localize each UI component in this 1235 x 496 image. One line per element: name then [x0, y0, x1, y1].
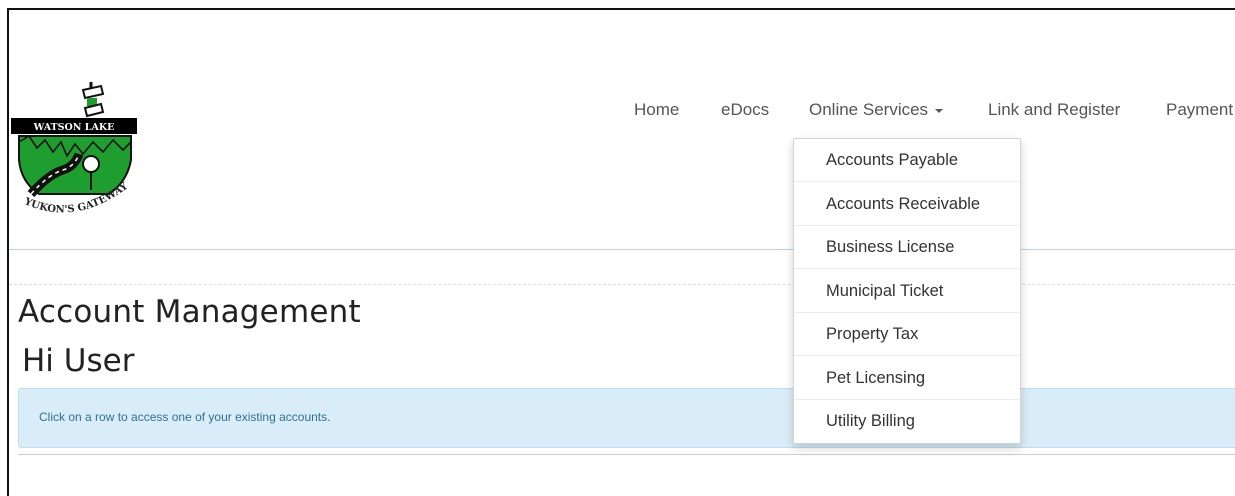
dropdown-item-accounts-payable[interactable]: Accounts Payable [794, 139, 1020, 182]
caret-down-icon [935, 108, 944, 113]
page-title: Account Management [18, 294, 361, 330]
logo-text-top: WATSON LAKE [33, 122, 115, 133]
site-header: WATSON LAKE YUKON'S GATEWAY Home eDocs O… [9, 10, 1235, 250]
dropdown-item-utility-billing[interactable]: Utility Billing [794, 400, 1020, 443]
dropdown-item-accounts-receivable[interactable]: Accounts Receivable [794, 183, 1020, 226]
site-logo[interactable]: WATSON LAKE YUKON'S GATEWAY [9, 82, 141, 232]
section-divider [9, 284, 1235, 285]
dropdown-item-property-tax[interactable]: Property Tax [794, 313, 1020, 356]
dropdown-item-pet-licensing[interactable]: Pet Licensing [794, 357, 1020, 400]
table-top-rule [18, 454, 1235, 455]
nav-payment[interactable]: Payment [1166, 90, 1233, 130]
nav-online-services[interactable]: Online Services [809, 90, 944, 130]
dropdown-item-business-license[interactable]: Business License [794, 226, 1020, 269]
nav-home[interactable]: Home [634, 90, 679, 130]
nav-edocs[interactable]: eDocs [721, 90, 769, 130]
online-services-dropdown: Accounts Payable Accounts Receivable Bus… [793, 138, 1021, 444]
watson-lake-logo-icon: WATSON LAKE YUKON'S GATEWAY [11, 82, 137, 216]
dropdown-item-municipal-ticket[interactable]: Municipal Ticket [794, 270, 1020, 313]
info-alert-text: Click on a row to access one of your exi… [39, 410, 331, 424]
browser-viewport: WATSON LAKE YUKON'S GATEWAY Home eDocs O… [7, 8, 1235, 496]
info-alert: Click on a row to access one of your exi… [18, 388, 1235, 448]
nav-link-and-register[interactable]: Link and Register [988, 90, 1120, 130]
greeting: Hi User [22, 343, 135, 379]
nav-online-services-label: Online Services [809, 100, 929, 119]
